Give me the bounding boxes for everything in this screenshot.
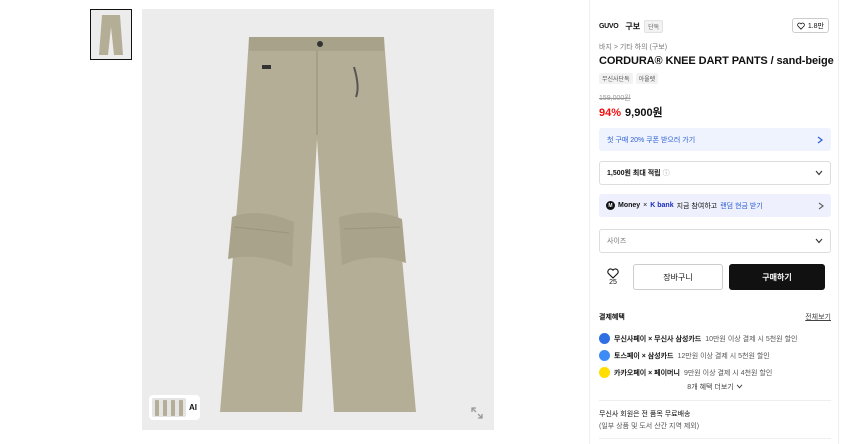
- size-select[interactable]: 사이즈: [599, 229, 831, 253]
- brand-name[interactable]: 구보: [625, 21, 640, 32]
- tag-musinsa-exclusive: 무신사단독: [599, 73, 633, 84]
- money-x: ×: [643, 202, 648, 209]
- wishlist-button[interactable]: 25: [599, 268, 627, 286]
- size-placeholder: 사이즈: [607, 238, 627, 245]
- exclusive-badge: 단독: [644, 19, 664, 33]
- product-tags: 무신사단독 아울렛: [599, 73, 659, 84]
- shipping-exception-text: (일부 상품 및 도서 산간 지역 제외): [599, 423, 700, 430]
- ai-chip-mini-thumbs: [152, 398, 186, 417]
- product-info-panel: GUVO 구보 단독 1.8만 바지 > 기타 하의 (구보) CORDURA®…: [589, 0, 839, 444]
- coupon-label: 첫 구매 20% 쿠폰 받으러 가기: [607, 136, 696, 144]
- toss-pay-icon: [599, 350, 610, 361]
- purchase-actions: 25 장바구니 구매하기: [599, 264, 831, 290]
- info-icon: ⓘ: [662, 170, 670, 177]
- chevron-down-icon: [736, 384, 743, 389]
- benefit-item: 카카오페이 × 페이머니 9만원 이상 결제 시 4천원 할인: [599, 364, 831, 381]
- heart-icon: [797, 22, 805, 30]
- kakao-pay-icon: [599, 367, 610, 378]
- more-benefits-label: 8개 혜택 더보기: [687, 384, 734, 391]
- money-promo-text: 지금 참여하고: [676, 202, 718, 210]
- expand-icon[interactable]: [470, 406, 484, 420]
- divider: [599, 438, 831, 439]
- money-kbank-promo-bar[interactable]: M Money × K bank 지금 참여하고 랜덤 현금 받기: [599, 194, 831, 217]
- brand-row: GUVO 구보 단독 1.8만: [599, 18, 829, 34]
- first-purchase-coupon-bar[interactable]: 첫 구매 20% 쿠폰 받으러 가기: [599, 128, 831, 151]
- benefit-desc: 12만원 이상 결제 시 5천원 할인: [677, 352, 770, 360]
- brand-like-count: 1.8만: [807, 22, 824, 30]
- points-dropdown[interactable]: 1,500원 최대 적립 ⓘ: [599, 161, 831, 185]
- benefit-item: 토스페이 × 삼성카드 12만원 이상 결제 시 5천원 할인: [599, 347, 831, 364]
- sale-price: 9,900원: [625, 107, 663, 119]
- chevron-down-icon: [815, 238, 823, 244]
- chevron-right-icon: [817, 136, 823, 143]
- benefit-name: 토스페이 × 삼성카드: [614, 352, 674, 360]
- price-row: 94% 9,900원: [599, 104, 663, 120]
- brand-logo[interactable]: GUVO: [599, 23, 619, 30]
- ai-label: AI: [189, 403, 197, 412]
- benefit-item: 무신사페이 × 무신사 삼성카드 10만원 이상 결제 시 5천원 할인: [599, 330, 831, 347]
- brand-like-button[interactable]: 1.8만: [791, 18, 829, 33]
- money-label: Money: [618, 202, 641, 209]
- wishlist-count: 25: [609, 279, 617, 286]
- thumbnail-pants-image: [99, 14, 123, 55]
- benefit-name: 무신사페이 × 무신사 삼성카드: [614, 335, 702, 343]
- divider: [599, 400, 831, 401]
- money-logo-icon: M: [606, 201, 615, 210]
- buy-now-button[interactable]: 구매하기: [729, 264, 825, 290]
- musinsa-pay-icon: [599, 333, 610, 344]
- product-title: CORDURA® KNEE DART PANTS / sand-beige: [599, 55, 834, 67]
- benefit-desc: 9만원 이상 결제 시 4천원 할인: [683, 369, 773, 377]
- product-thumbnail[interactable]: [90, 9, 132, 60]
- tag-outlet: 아울렛: [635, 73, 659, 84]
- ai-fitting-chip[interactable]: AI: [149, 395, 200, 420]
- pants-image: [220, 37, 416, 412]
- benefit-desc: 10만원 이상 결제 시 5천원 할인: [705, 335, 798, 343]
- chevron-right-icon: [818, 202, 824, 209]
- money-promo-link: 랜덤 현금 받기: [720, 202, 763, 210]
- view-all-benefits-link[interactable]: 전체보기: [805, 312, 831, 322]
- breadcrumb[interactable]: 바지 > 기타 하의 (구보): [599, 42, 667, 52]
- free-shipping-text: 무신사 회원은 전 품목 무료배송: [599, 411, 691, 418]
- payment-benefits-list: 무신사페이 × 무신사 삼성카드 10만원 이상 결제 시 5천원 할인 토스페…: [599, 330, 831, 381]
- chevron-down-icon: [815, 170, 823, 176]
- heart-icon: [607, 268, 619, 279]
- payment-benefits-title: 결제혜택: [599, 314, 625, 321]
- benefit-name: 카카오페이 × 페이머니: [614, 369, 680, 377]
- kbank-label: K bank: [650, 202, 674, 209]
- add-to-cart-button[interactable]: 장바구니: [633, 264, 723, 290]
- discount-rate: 94%: [599, 107, 622, 119]
- main-product-image: AI: [142, 9, 494, 430]
- payment-benefits-header: 결제혜택 전체보기: [599, 312, 831, 322]
- more-benefits-link[interactable]: 8개 혜택 더보기: [590, 382, 840, 392]
- original-price: 159,000원: [599, 95, 631, 102]
- points-label: 1,500원 최대 적립: [607, 170, 661, 177]
